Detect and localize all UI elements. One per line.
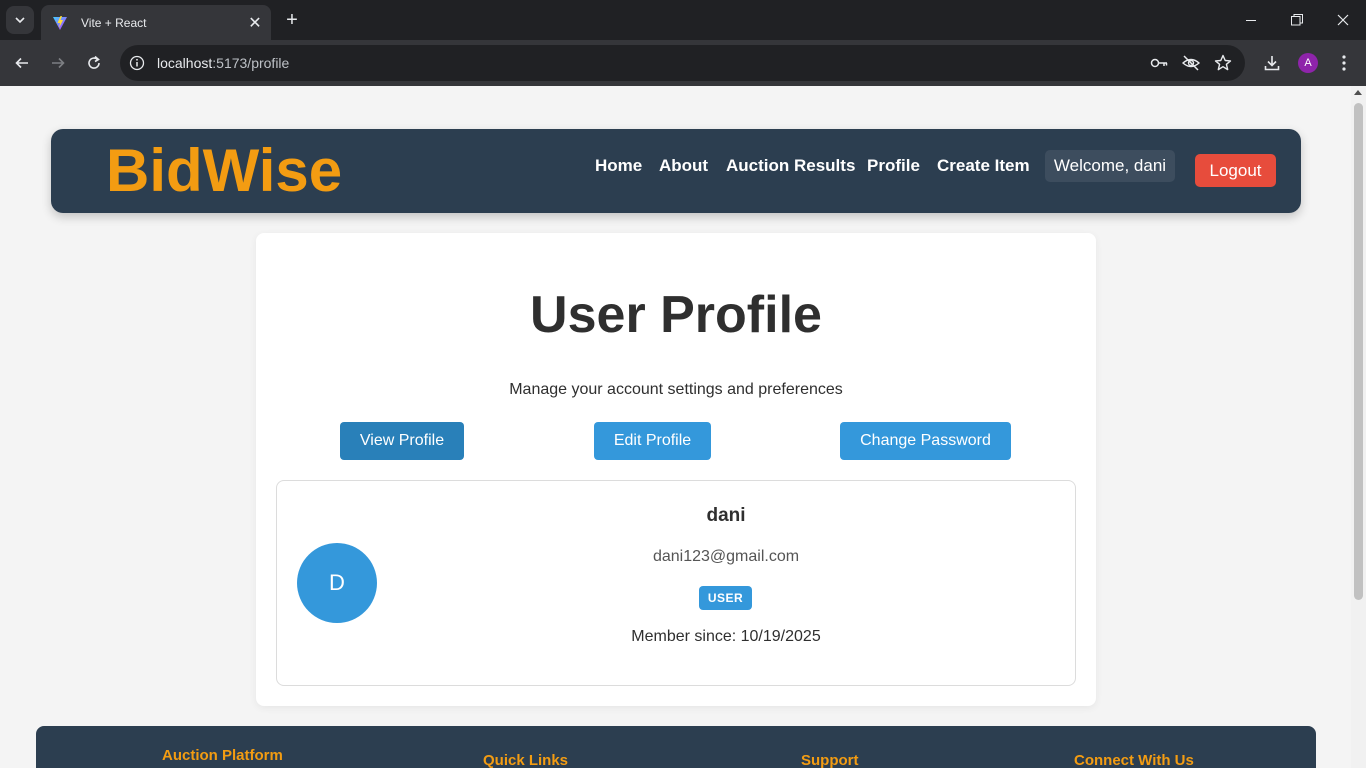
more-menu-icon[interactable] [1330, 49, 1358, 77]
back-arrow-icon[interactable] [8, 49, 36, 77]
address-bar[interactable]: localhost:5173/profile [120, 45, 1245, 81]
browser-tab[interactable]: Vite + React ✕ [41, 5, 271, 40]
nav-auction-results[interactable]: Auction Results [726, 156, 855, 176]
minimize-icon[interactable] [1228, 0, 1274, 40]
page-scrollbar[interactable] [1351, 86, 1366, 768]
username: dani [706, 505, 746, 526]
tab-search-button[interactable] [6, 6, 34, 34]
role-badge: USER [699, 586, 752, 610]
chevron-down-icon [15, 17, 25, 24]
scroll-up-arrow-icon[interactable] [1354, 90, 1362, 95]
new-tab-icon[interactable]: + [280, 8, 304, 32]
profile-details-box: D dani dani123@gmail.com USER Member sin… [276, 480, 1076, 686]
footer-heading-connect: Connect With Us [1074, 752, 1194, 768]
url-text: localhost:5173/profile [157, 55, 289, 71]
footer-heading-quick-links: Quick Links [483, 752, 569, 768]
download-icon[interactable] [1258, 49, 1286, 77]
nav-about[interactable]: About [659, 156, 708, 176]
close-window-icon[interactable] [1320, 0, 1366, 40]
avatar: D [297, 543, 377, 623]
page-title: User Profile [530, 286, 822, 344]
tab-title: Vite + React [81, 15, 147, 30]
forward-arrow-icon[interactable] [44, 49, 72, 77]
logout-button[interactable]: Logout [1195, 154, 1276, 187]
profile-avatar: A [1298, 53, 1318, 73]
url-host: localhost [157, 55, 213, 71]
bidwise-logo[interactable]: BidWise [106, 141, 342, 201]
view-profile-button[interactable]: View Profile [340, 422, 464, 460]
reload-icon[interactable] [80, 49, 108, 77]
star-icon[interactable] [1211, 51, 1235, 75]
edit-profile-button[interactable]: Edit Profile [594, 422, 711, 460]
site-info-icon[interactable] [122, 48, 152, 78]
site-footer: Auction Platform Quick Links Support Con… [36, 726, 1316, 768]
welcome-badge: Welcome, dani [1045, 150, 1175, 182]
change-password-button[interactable]: Change Password [840, 422, 1011, 460]
member-since: Member since: 10/19/2025 [631, 628, 821, 645]
footer-heading-support: Support [801, 752, 859, 768]
site-header: BidWise Home About Auction Results Profi… [51, 129, 1301, 213]
profile-card: User Profile Manage your account setting… [256, 233, 1096, 706]
page-subtitle: Manage your account settings and prefere… [509, 381, 843, 398]
scroll-thumb[interactable] [1354, 103, 1363, 600]
email: dani123@gmail.com [652, 548, 800, 565]
key-icon[interactable] [1147, 51, 1171, 75]
url-path: :5173/profile [212, 55, 290, 71]
restore-icon[interactable] [1274, 0, 1320, 40]
footer-heading-auction-platform: Auction Platform [162, 747, 283, 764]
browser-toolbar: localhost:5173/profile A [0, 40, 1366, 86]
profile-button[interactable]: A [1294, 49, 1322, 77]
nav-home[interactable]: Home [595, 156, 642, 176]
nav-create-item[interactable]: Create Item [937, 156, 1030, 176]
eye-off-icon[interactable] [1179, 51, 1203, 75]
nav-profile[interactable]: Profile [867, 156, 920, 176]
close-tab-icon[interactable]: ✕ [243, 11, 267, 35]
browser-tab-bar: Vite + React ✕ + [0, 0, 1366, 40]
vite-favicon-icon [51, 14, 69, 32]
